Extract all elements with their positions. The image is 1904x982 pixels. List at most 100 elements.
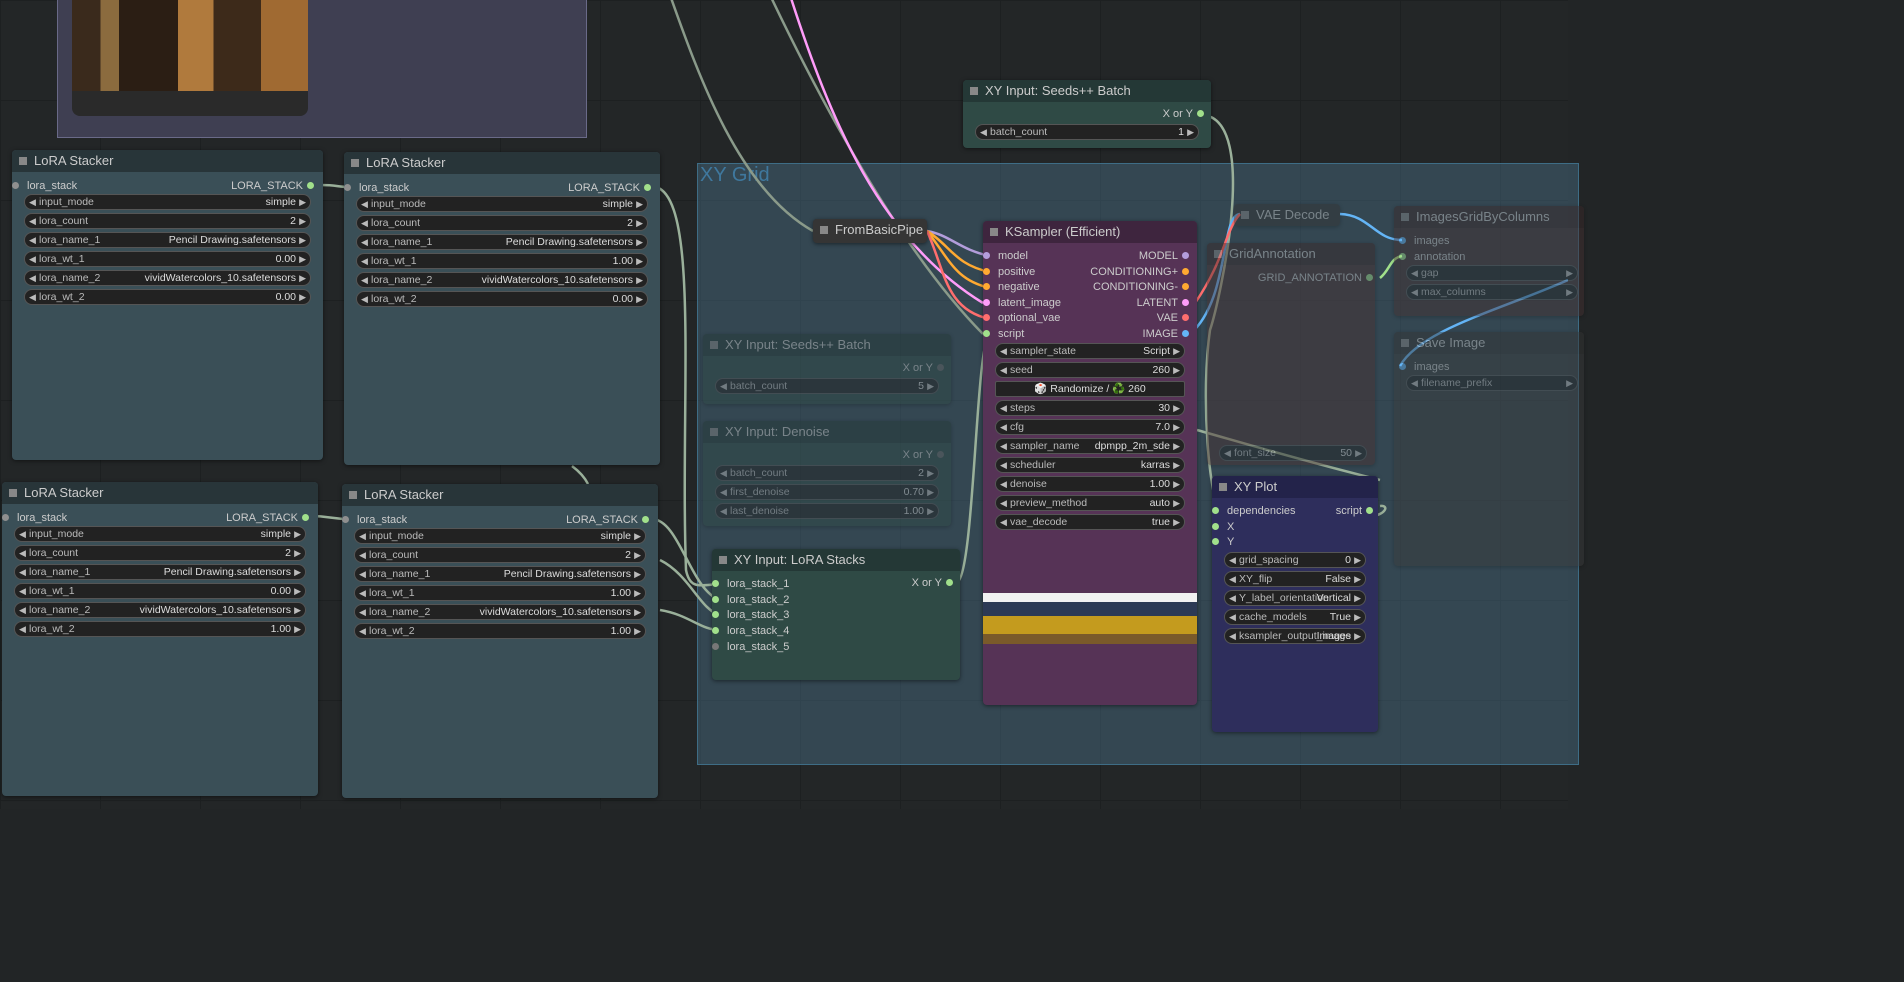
node-title[interactable]: GridAnnotation	[1207, 243, 1375, 265]
increment-arrow-icon[interactable]: ▶	[1173, 420, 1180, 434]
widget-widgets2[interactable]: ◀ steps 30 ▶	[995, 400, 1185, 416]
slot-dot[interactable]	[307, 182, 314, 189]
increment-arrow-icon[interactable]: ▶	[1355, 446, 1362, 460]
increment-arrow-icon[interactable]: ▶	[299, 290, 306, 304]
increment-arrow-icon[interactable]: ▶	[294, 565, 301, 579]
slot-dot[interactable]	[712, 642, 719, 650]
increment-arrow-icon[interactable]: ▶	[927, 466, 934, 480]
decrement-arrow-icon[interactable]: ◀	[1229, 629, 1236, 643]
decrement-arrow-icon[interactable]: ◀	[29, 290, 36, 304]
slot-dot[interactable]	[1212, 538, 1219, 545]
slot-dot[interactable]	[642, 516, 649, 523]
widget-widgets[interactable]: ◀ ksampler_output_image Images ▶	[1224, 628, 1366, 644]
decrement-arrow-icon[interactable]: ◀	[29, 271, 36, 285]
widget-widgets[interactable]: ◀ seed 260 ▶	[995, 362, 1185, 378]
widget-widgets[interactable]: ◀ lora_count 2 ▶	[354, 547, 646, 563]
increment-arrow-icon[interactable]: ▶	[1173, 477, 1180, 491]
decrement-arrow-icon[interactable]: ◀	[720, 485, 727, 499]
vae-decode-node[interactable]: VAE Decode	[1234, 204, 1340, 226]
slot-dot[interactable]	[1182, 298, 1189, 306]
widget-widgets2[interactable]: ◀ cfg 7.0 ▶	[995, 419, 1185, 435]
widget-widgets[interactable]: ◀ sampler_state Script ▶	[995, 343, 1185, 359]
decrement-arrow-icon[interactable]: ◀	[361, 216, 368, 230]
increment-arrow-icon[interactable]: ▶	[634, 548, 641, 562]
node-title[interactable]: LoRA Stacker	[342, 484, 658, 506]
increment-arrow-icon[interactable]: ▶	[1354, 629, 1361, 643]
increment-arrow-icon[interactable]: ▶	[1173, 515, 1180, 529]
grid-annotation-node[interactable]: GridAnnotation GRID_ANNOTATION ◀ font_size 5…	[1207, 243, 1375, 465]
lora-stacker-node-1[interactable]: LoRA Stacker lora_stack LORA_STACK ◀ input_m…	[12, 150, 323, 460]
widget-widgets[interactable]: ◀ lora_count 2 ▶	[14, 545, 306, 561]
decrement-arrow-icon[interactable]: ◀	[1224, 446, 1231, 460]
widget-widgets[interactable]: ◀ Y_label_orientation Vertical ▶	[1224, 590, 1366, 606]
widget-widgets[interactable]: ◀ lora_name_1 Pencil Drawing.safetensors ▶	[354, 566, 646, 582]
slot-dot[interactable]	[1399, 363, 1406, 370]
widget-widgets[interactable]: ◀ lora_name_1 Pencil Drawing.safetensors ▶	[14, 564, 306, 580]
node-title[interactable]: KSampler (Efficient)	[983, 221, 1197, 243]
increment-arrow-icon[interactable]: ▶	[927, 485, 934, 499]
slot-dot[interactable]	[983, 267, 990, 275]
from-basic-pipe-node[interactable]: FromBasicPipe	[813, 219, 927, 243]
widget-widgets[interactable]: ◀ batch_count 1 ▶	[975, 124, 1199, 140]
decrement-arrow-icon[interactable]: ◀	[1000, 477, 1007, 491]
widget-widgets[interactable]: ◀ input_mode simple ▶	[356, 196, 648, 212]
decrement-arrow-icon[interactable]: ◀	[1000, 420, 1007, 434]
decrement-arrow-icon[interactable]: ◀	[1411, 376, 1418, 390]
decrement-arrow-icon[interactable]: ◀	[1000, 363, 1007, 377]
increment-arrow-icon[interactable]: ▶	[1173, 458, 1180, 472]
widget-widgets[interactable]: ◀ first_denoise 0.70 ▶	[715, 484, 939, 500]
increment-arrow-icon[interactable]: ▶	[636, 273, 643, 287]
increment-arrow-icon[interactable]: ▶	[636, 216, 643, 230]
decrement-arrow-icon[interactable]: ◀	[359, 529, 366, 543]
increment-arrow-icon[interactable]: ▶	[634, 529, 641, 543]
widget-widgets[interactable]: ◀ gap ▶	[1406, 265, 1578, 281]
increment-arrow-icon[interactable]: ▶	[299, 195, 306, 209]
increment-arrow-icon[interactable]: ▶	[1173, 496, 1180, 510]
widget-widgets2[interactable]: ◀ denoise 1.00 ▶	[995, 476, 1185, 492]
decrement-arrow-icon[interactable]: ◀	[359, 567, 366, 581]
widget-widgets[interactable]: ◀ lora_name_1 Pencil Drawing.safetensors ▶	[24, 232, 311, 248]
decrement-arrow-icon[interactable]: ◀	[361, 273, 368, 287]
widget-widgets[interactable]: ◀ XY_flip False ▶	[1224, 571, 1366, 587]
widget-widgets[interactable]: ◀ lora_wt_2 1.00 ▶	[14, 621, 306, 637]
slot-dot[interactable]	[1182, 252, 1189, 259]
slot-dot[interactable]	[1182, 267, 1189, 275]
node-title[interactable]: XY Plot	[1212, 476, 1378, 498]
image-preview-node[interactable]	[57, 0, 587, 138]
widget-widgets[interactable]: ◀ last_denoise 1.00 ▶	[715, 503, 939, 519]
lora-stacker-node-4[interactable]: LoRA Stacker lora_stack LORA_STACK ◀ input_m…	[342, 484, 658, 798]
decrement-arrow-icon[interactable]: ◀	[29, 252, 36, 266]
widget-widgets[interactable]: ◀ batch_count 2 ▶	[715, 465, 939, 481]
node-title[interactable]: LoRA Stacker	[12, 150, 323, 172]
decrement-arrow-icon[interactable]: ◀	[1000, 458, 1007, 472]
xy-plot-node[interactable]: XY Plot dependencies X Yscript ◀ grid_spacing…	[1212, 476, 1378, 732]
decrement-arrow-icon[interactable]: ◀	[361, 254, 368, 268]
slot-dot[interactable]	[712, 580, 719, 587]
decrement-arrow-icon[interactable]: ◀	[720, 379, 727, 393]
lora-stacker-node-3[interactable]: LoRA Stacker lora_stack LORA_STACK ◀ input_m…	[2, 482, 318, 796]
widget-widgets[interactable]: ◀ lora_name_2 vividWatercolors_10.safetens…	[354, 604, 646, 620]
increment-arrow-icon[interactable]: ▶	[1354, 572, 1361, 586]
node-title[interactable]: XY Input: Seeds++ Batch	[703, 334, 951, 356]
increment-arrow-icon[interactable]: ▶	[634, 624, 641, 638]
slot-dot[interactable]	[1182, 330, 1189, 337]
increment-arrow-icon[interactable]: ▶	[1173, 363, 1180, 377]
slot-dot[interactable]	[12, 182, 19, 189]
decrement-arrow-icon[interactable]: ◀	[19, 584, 26, 598]
images-grid-node[interactable]: ImagesGridByColumns images annotation ◀ gap ▶…	[1394, 206, 1584, 316]
save-image-node[interactable]: Save Image images ◀ filename_prefix ▶	[1394, 332, 1584, 566]
increment-arrow-icon[interactable]: ▶	[294, 546, 301, 560]
slot-dot[interactable]	[1212, 507, 1219, 514]
widget-widgets[interactable]: ◀ lora_name_2 vividWatercolors_10.safetens…	[356, 272, 648, 288]
slot-dot[interactable]	[937, 364, 944, 371]
decrement-arrow-icon[interactable]: ◀	[1229, 553, 1236, 567]
decrement-arrow-icon[interactable]: ◀	[19, 565, 26, 579]
slot-dot[interactable]	[712, 627, 719, 635]
decrement-arrow-icon[interactable]: ◀	[720, 504, 727, 518]
slot-dot[interactable]	[302, 514, 309, 521]
increment-arrow-icon[interactable]: ▶	[294, 527, 301, 541]
increment-arrow-icon[interactable]: ▶	[1566, 266, 1573, 280]
widget-widgets2[interactable]: ◀ scheduler karras ▶	[995, 457, 1185, 473]
node-title[interactable]: XY Input: LoRA Stacks	[712, 549, 960, 571]
decrement-arrow-icon[interactable]: ◀	[980, 125, 987, 139]
